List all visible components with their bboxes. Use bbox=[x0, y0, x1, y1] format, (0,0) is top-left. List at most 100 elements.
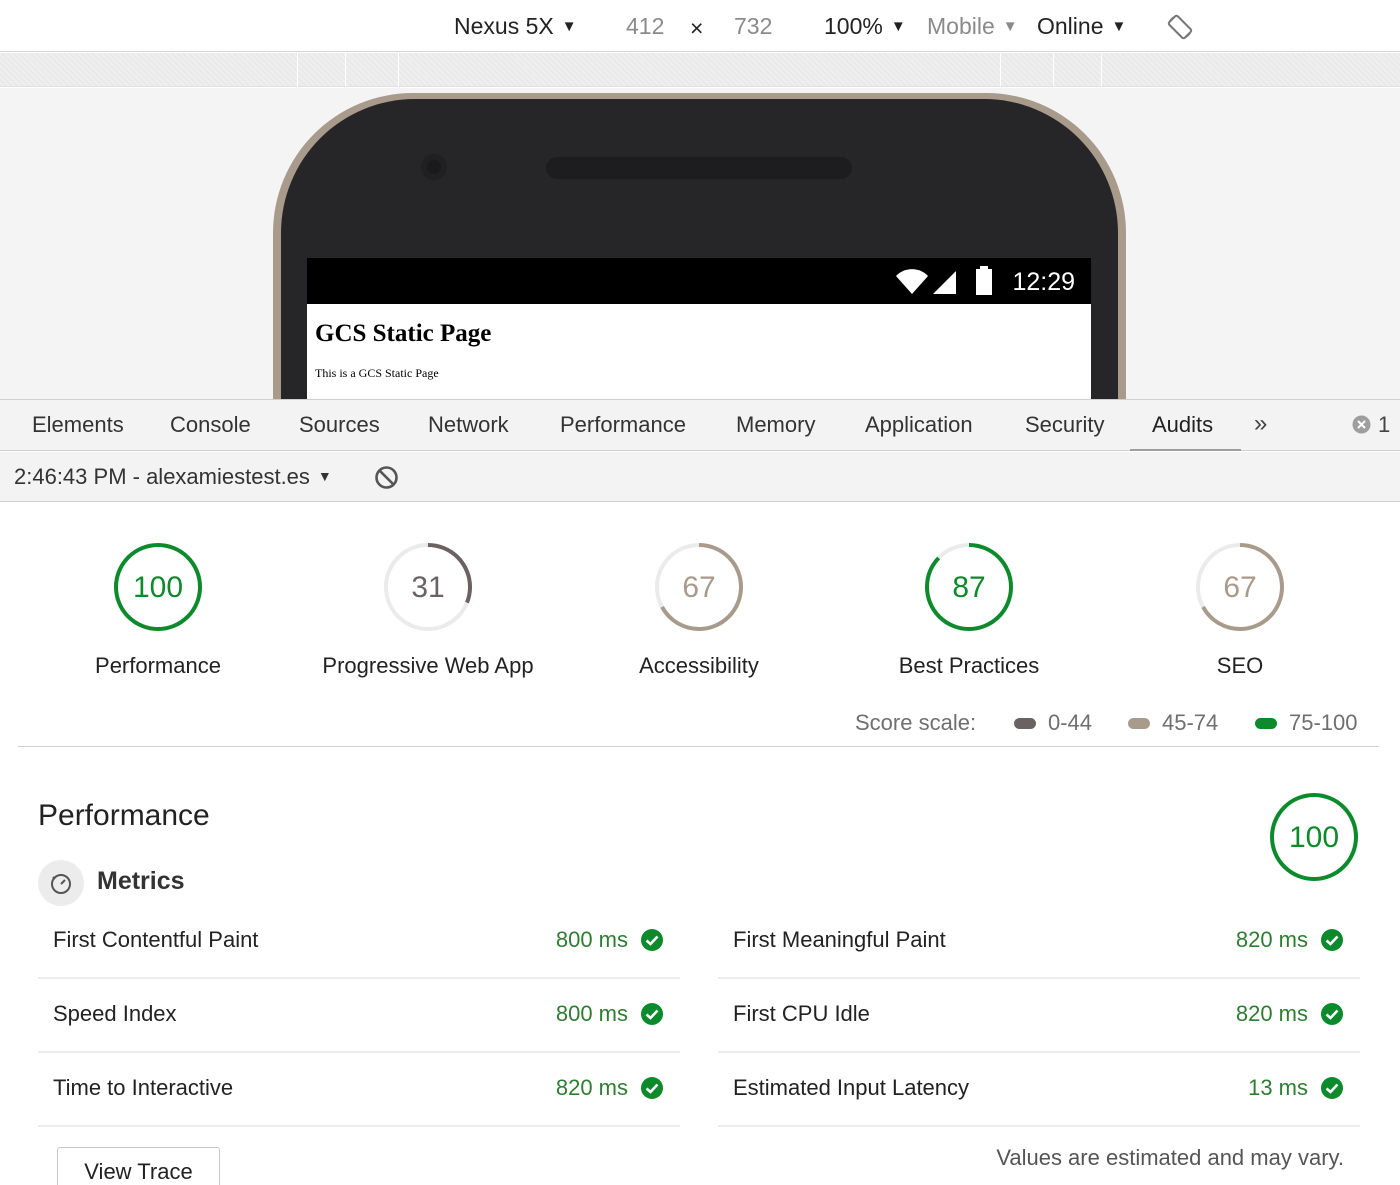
phone-status-bar: 12:29 bbox=[307, 258, 1091, 304]
estimate-footnote: Values are estimated and may vary. bbox=[996, 1145, 1344, 1170]
chevron-down-icon: ▼ bbox=[890, 18, 906, 35]
metric-value: 820 ms bbox=[555, 1075, 628, 1100]
gauge-ring: 31 bbox=[384, 543, 472, 631]
gauge-label: SEO bbox=[1216, 653, 1264, 678]
tab-elements[interactable]: Elements bbox=[32, 412, 124, 438]
device-select[interactable]: Nexus 5X ▼ bbox=[454, 12, 577, 41]
gauge-ring: 67 bbox=[1196, 543, 1284, 631]
zoom-select[interactable]: 100% ▼ bbox=[824, 12, 906, 41]
chevron-down-icon: ▼ bbox=[561, 18, 577, 35]
wifi-icon bbox=[896, 269, 928, 294]
metric-name: Speed Index bbox=[53, 1001, 177, 1026]
dimension-separator: × bbox=[690, 15, 704, 41]
gauge-score: 67 bbox=[1223, 571, 1256, 604]
metric-name: First CPU Idle bbox=[733, 1001, 870, 1026]
metric-row: Time to Interactive 820 ms bbox=[38, 1053, 680, 1127]
gauge-ring: 100 bbox=[114, 543, 202, 631]
metric-row: Estimated Input Latency 13 ms bbox=[718, 1053, 1360, 1127]
gauge-label: Accessibility bbox=[639, 653, 759, 678]
gauge-label: Best Practices bbox=[898, 653, 1040, 678]
page-heading: GCS Static Page bbox=[315, 320, 492, 347]
gauge-ring: 67 bbox=[655, 543, 743, 631]
metric-value: 13 ms bbox=[1248, 1075, 1308, 1100]
device-viewport: 12:29 GCS Static Page This is a GCS Stat… bbox=[0, 88, 1400, 399]
error-icon[interactable] bbox=[1352, 415, 1371, 434]
media-query-ruler bbox=[0, 53, 1400, 87]
report-select[interactable]: 2:46:43 PM - alexamiestest.es ▼ bbox=[14, 463, 332, 490]
tab-security[interactable]: Security bbox=[1025, 412, 1104, 438]
width-input[interactable]: 412 bbox=[626, 12, 664, 40]
chevron-down-icon: ▼ bbox=[1002, 18, 1018, 35]
gauge-accessibility[interactable]: 67 Accessibility bbox=[569, 540, 829, 679]
gauge-seo[interactable]: 67 SEO bbox=[1110, 540, 1370, 679]
chevron-down-icon: ▼ bbox=[317, 468, 332, 484]
scale-range: 0-44 bbox=[1048, 710, 1093, 735]
pass-check-icon bbox=[641, 1077, 663, 1099]
gauge-score: 87 bbox=[952, 571, 985, 604]
tab-audits[interactable]: Audits bbox=[1152, 412, 1213, 438]
pass-check-icon bbox=[1321, 1077, 1343, 1099]
performance-score-gauge: 100 bbox=[1270, 793, 1358, 881]
device-toolbar: Nexus 5X ▼ 412 × 732 100% ▼ Mobile ▼ Online… bbox=[0, 0, 1400, 52]
gauge-label: Progressive Web App bbox=[322, 653, 534, 678]
divider bbox=[18, 746, 1379, 747]
tab-sources[interactable]: Sources bbox=[299, 412, 380, 438]
gauge-score: 100 bbox=[133, 571, 183, 604]
phone-screen[interactable]: 12:29 GCS Static Page This is a GCS Stat… bbox=[307, 258, 1091, 399]
pass-check-icon bbox=[1321, 929, 1343, 951]
gauge-score: 31 bbox=[411, 571, 444, 604]
clear-icon[interactable] bbox=[374, 465, 399, 490]
scale-average: 45-74 bbox=[1128, 710, 1218, 736]
metric-row: First CPU Idle 820 ms bbox=[718, 979, 1360, 1053]
tab-memory[interactable]: Memory bbox=[736, 412, 815, 438]
height-input[interactable]: 732 bbox=[734, 12, 772, 40]
network-select[interactable]: Online ▼ bbox=[1037, 12, 1126, 41]
metric-name: First Contentful Paint bbox=[53, 927, 259, 952]
gauge-best-practices[interactable]: 87 Best Practices bbox=[839, 540, 1099, 679]
score-scale-label: Score scale: bbox=[855, 710, 977, 735]
metric-name: Estimated Input Latency bbox=[733, 1075, 970, 1100]
phone-camera bbox=[421, 154, 447, 180]
metric-value: 820 ms bbox=[1235, 1001, 1308, 1026]
tab-performance[interactable]: Performance bbox=[560, 412, 686, 438]
scale-pill bbox=[1128, 718, 1150, 729]
scale-pass: 75-100 bbox=[1255, 710, 1358, 736]
metric-row: Speed Index 800 ms bbox=[38, 979, 680, 1053]
metric-value: 800 ms bbox=[555, 1001, 628, 1026]
performance-score: 100 bbox=[1289, 821, 1339, 854]
metric-value: 800 ms bbox=[555, 927, 628, 952]
view-trace-button[interactable]: View Trace bbox=[57, 1147, 220, 1185]
audits-toolbar: 2:46:43 PM - alexamiestest.es ▼ bbox=[0, 452, 1400, 502]
pass-check-icon bbox=[1321, 1003, 1343, 1025]
metric-name: Time to Interactive bbox=[53, 1075, 234, 1100]
chevron-down-icon: ▼ bbox=[1111, 18, 1127, 35]
phone-speaker bbox=[546, 157, 852, 179]
error-count[interactable]: 1 bbox=[1378, 412, 1390, 438]
metric-row: First Meaningful Paint 820 ms bbox=[718, 905, 1360, 979]
mode-select-label: Mobile bbox=[927, 13, 995, 39]
tab-application[interactable]: Application bbox=[865, 412, 973, 438]
scale-pill bbox=[1014, 718, 1036, 729]
cell-signal-icon bbox=[933, 271, 956, 294]
tab-console[interactable]: Console bbox=[170, 412, 251, 438]
gauge-performance[interactable]: 100 Performance bbox=[28, 540, 288, 679]
metric-name: First Meaningful Paint bbox=[733, 927, 946, 952]
rotate-device-icon[interactable] bbox=[1166, 13, 1194, 41]
mode-select[interactable]: Mobile ▼ bbox=[927, 12, 1018, 41]
pass-check-icon bbox=[641, 1003, 663, 1025]
active-tab-indicator bbox=[1130, 449, 1241, 451]
report-select-label: 2:46:43 PM - alexamiestest.es bbox=[14, 464, 310, 489]
page-text: This is a GCS Static Page bbox=[315, 366, 439, 380]
category-gauges: 100 Performance 31 Progressive Web App 6… bbox=[0, 502, 1400, 682]
metric-row: First Contentful Paint 800 ms bbox=[38, 905, 680, 979]
metrics-icon bbox=[38, 860, 84, 906]
devtools-tabbar: Elements Console Sources Network Perform… bbox=[0, 399, 1400, 451]
scale-fail: 0-44 bbox=[1014, 710, 1092, 736]
phone-clock: 12:29 bbox=[1012, 268, 1075, 296]
more-tabs-icon[interactable]: » bbox=[1254, 410, 1268, 438]
tab-network[interactable]: Network bbox=[428, 412, 509, 438]
gauge-pwa[interactable]: 31 Progressive Web App bbox=[298, 540, 558, 679]
network-select-label: Online bbox=[1037, 13, 1104, 39]
gauge-score: 67 bbox=[682, 571, 715, 604]
section-title: Performance bbox=[38, 799, 210, 832]
